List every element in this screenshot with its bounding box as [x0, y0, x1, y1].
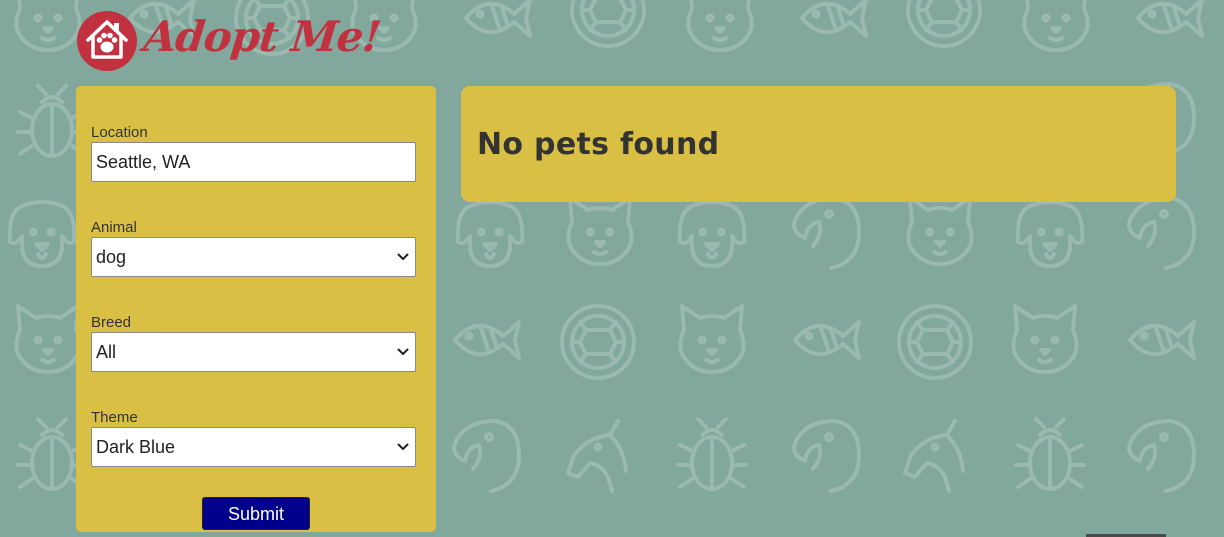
submit-row: Submit	[91, 497, 421, 530]
location-input[interactable]: Seattle, WA	[91, 142, 416, 182]
theme-select[interactable]: Dark Blue	[91, 427, 416, 467]
breed-selected-value: All	[96, 341, 117, 362]
house-paw-icon	[76, 10, 138, 72]
animal-select[interactable]: dog	[91, 237, 416, 277]
animal-label: Animal	[91, 219, 137, 236]
results-panel: No pets found	[461, 86, 1176, 202]
location-label: Location	[91, 124, 148, 141]
submit-button[interactable]: Submit	[202, 497, 310, 530]
no-pets-message: No pets found	[477, 126, 720, 162]
breed-label: Breed	[91, 314, 132, 331]
home-link[interactable]: Adopt Me!	[76, 10, 383, 72]
search-form: Location Seattle, WA Animal dog Breed Al…	[76, 86, 436, 532]
theme-label: Theme	[91, 409, 138, 426]
location-field: Location Seattle, WA	[91, 124, 421, 182]
chevron-down-icon	[397, 443, 409, 450]
chevron-down-icon	[397, 348, 409, 355]
site-header: Adopt Me!	[76, 10, 383, 72]
breed-select[interactable]: All	[91, 332, 416, 372]
brand-name: Adopt Me!	[141, 12, 383, 61]
animal-field: Animal dog	[91, 219, 421, 277]
theme-field: Theme Dark Blue	[91, 409, 421, 467]
location-value: Seattle, WA	[96, 151, 191, 172]
theme-selected-value: Dark Blue	[96, 436, 176, 457]
breed-field: Breed All	[91, 314, 421, 372]
chevron-down-icon	[397, 253, 409, 260]
animal-selected-value: dog	[96, 246, 127, 267]
